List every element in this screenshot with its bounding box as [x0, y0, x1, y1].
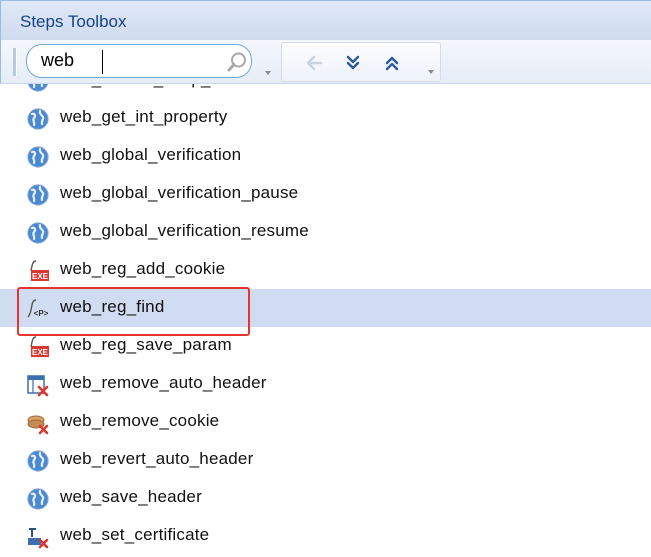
steps-list: web_enable_keep_alive web_get_int_propert…: [0, 84, 651, 557]
exe-function-icon: EXE: [26, 259, 50, 283]
step-item[interactable]: web_set_certificate: [0, 517, 651, 555]
step-item[interactable]: web_global_verification: [0, 137, 651, 175]
step-label: web_global_verification_resume: [60, 221, 309, 240]
toolbar: [0, 40, 651, 84]
collapse-all-icon: [385, 56, 399, 71]
step-label: web_reg_save_param: [60, 335, 232, 354]
step-item[interactable]: EXE web_reg_add_cookie: [0, 251, 651, 289]
step-item[interactable]: web_remove_auto_header: [0, 365, 651, 403]
parameter-function-icon: <P>: [26, 297, 50, 321]
search-options-dropdown-icon[interactable]: [265, 71, 271, 75]
more-options-dropdown-icon[interactable]: [428, 70, 434, 74]
step-item[interactable]: web_revert_auto_header: [0, 441, 651, 479]
step-item[interactable]: EXE web_reg_save_param: [0, 327, 651, 365]
step-label: web_get_int_property: [60, 107, 228, 126]
panel-header: Steps Toolbox: [0, 0, 651, 40]
expand-all-icon: [346, 55, 360, 70]
remove-header-icon: [26, 373, 50, 397]
text-caret: [102, 50, 103, 74]
back-arrow-icon: [306, 55, 323, 71]
step-label: web_enable_keep_alive: [60, 84, 247, 89]
step-item[interactable]: web_global_verification_pause: [0, 175, 651, 213]
step-item[interactable]: web_remove_cookie: [0, 403, 651, 441]
step-label: web_reg_add_cookie: [60, 259, 226, 278]
globe-icon: [26, 84, 50, 93]
panel-title: Steps Toolbox: [20, 12, 127, 31]
step-item[interactable]: <P> web_reg_find: [0, 289, 651, 327]
search-input[interactable]: [41, 49, 211, 71]
back-button[interactable]: [301, 51, 327, 75]
step-label: web_remove_auto_header: [60, 373, 267, 392]
toolbar-grip[interactable]: [13, 48, 17, 76]
step-item[interactable]: web_enable_keep_alive: [0, 84, 651, 99]
search-icon[interactable]: [226, 51, 248, 73]
svg-text:EXE: EXE: [32, 272, 49, 281]
globe-icon: [26, 221, 50, 245]
step-label: web_revert_auto_header: [60, 449, 254, 468]
step-label: web_set_certificate: [60, 525, 210, 544]
search-field[interactable]: [26, 44, 252, 78]
globe-icon: [26, 145, 50, 169]
step-label: web_remove_cookie: [60, 411, 220, 430]
globe-icon: [26, 487, 50, 511]
step-label: web_reg_find: [60, 297, 165, 316]
remove-cookie-icon: [26, 411, 50, 435]
step-label: web_global_verification_pause: [60, 183, 299, 202]
step-item[interactable]: web_get_int_property: [0, 99, 651, 137]
navigation-button-group: [281, 42, 441, 82]
step-item[interactable]: web_global_verification_resume: [0, 213, 651, 251]
globe-icon: [26, 183, 50, 207]
certificate-icon: [26, 525, 50, 549]
step-label: web_global_verification: [60, 145, 242, 164]
globe-icon: [26, 449, 50, 473]
exe-function-icon: EXE: [26, 335, 50, 359]
globe-icon: [26, 107, 50, 131]
collapse-all-button[interactable]: [379, 51, 405, 75]
svg-text:<P>: <P>: [34, 309, 49, 318]
svg-text:EXE: EXE: [32, 348, 49, 357]
expand-all-button[interactable]: [340, 51, 366, 75]
step-item[interactable]: web_save_header: [0, 479, 651, 517]
step-label: web_save_header: [60, 487, 202, 506]
